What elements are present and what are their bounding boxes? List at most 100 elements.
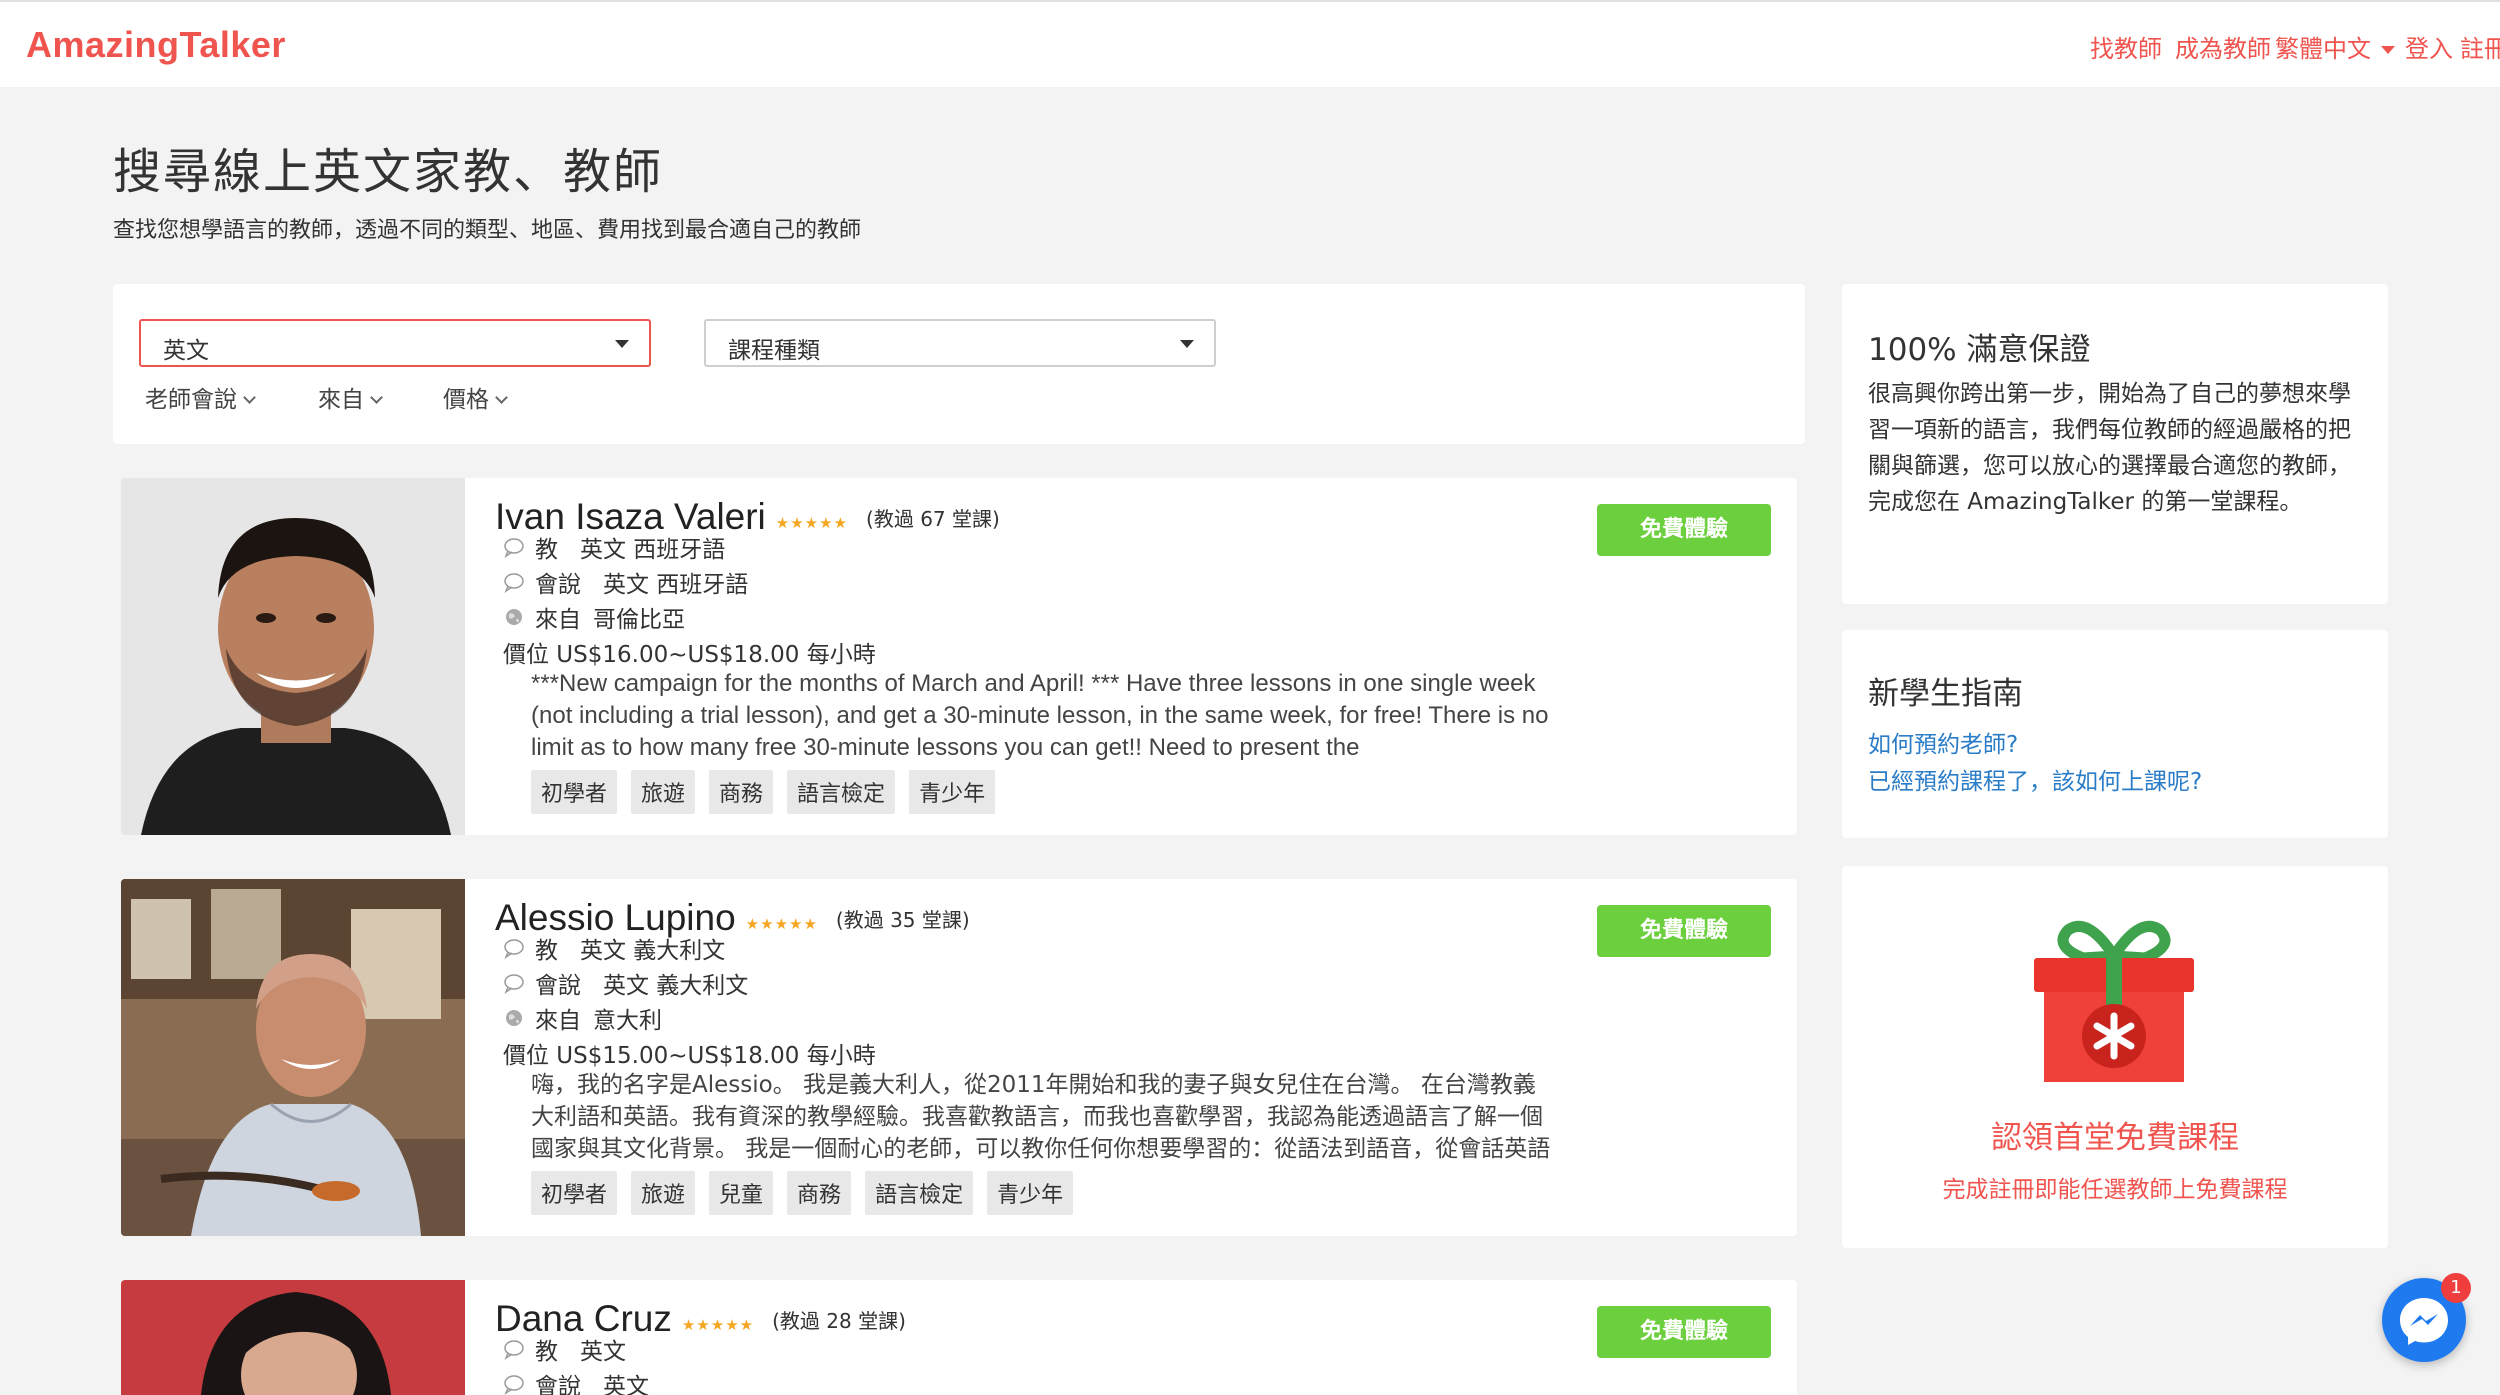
free-trial-button[interactable]: 免費體驗 [1597, 905, 1771, 957]
teacher-card[interactable]: Dana Cruz ★★★★★ (教過 28 堂課) 免費體驗 教 英文 會說 … [121, 1280, 1797, 1395]
chat-bubble-icon [504, 974, 524, 994]
filter-speaks-label: 老師會說 [145, 387, 237, 413]
teacher-card[interactable]: Alessio Lupino ★★★★★ (教過 35 堂課) 免費體驗 教 英… [121, 879, 1797, 1236]
chat-bubble-icon [504, 1340, 524, 1360]
speaks-line: 會說 英文 [503, 1367, 649, 1395]
free-trial-button[interactable]: 免費體驗 [1597, 504, 1771, 556]
tag: 青少年 [909, 770, 996, 814]
tag: 旅遊 [631, 770, 696, 814]
page-title: 搜尋線上英文家教、教師 [113, 144, 664, 200]
gift-subtitle: 完成註冊即能任選教師上免費課程 [1942, 1177, 2288, 1203]
price-line: 價位 US$16.00~US$18.00 每小時 [503, 642, 876, 668]
star-rating: ★★★★★ [681, 1316, 755, 1334]
teacher-photo[interactable] [121, 879, 465, 1236]
chevron-down-icon [2381, 46, 2395, 54]
from-label: 來自 [535, 1008, 581, 1034]
speaks-line: 會說 英文 義大利文 [503, 966, 748, 1000]
nav-login[interactable]: 登入 [2405, 29, 2453, 64]
speaks-line: 會說 英文 西班牙語 [503, 565, 748, 599]
speaks-label: 會說 [535, 572, 581, 598]
chat-bubble-icon [504, 573, 524, 593]
dropdown-caret-icon [1180, 340, 1194, 348]
filter-price[interactable]: 價格 [443, 380, 508, 414]
teaches-label: 教 [535, 1339, 558, 1365]
language-select[interactable]: 英文 [139, 319, 651, 367]
tag-list: 初學者 旅遊 兒童 商務 語言檢定 青少年 [531, 1171, 1087, 1215]
filter-panel: 英文 課程種類 老師會說 來自 價格 [113, 284, 1805, 444]
chat-bubble-icon [504, 939, 524, 959]
teacher-photo[interactable] [121, 1280, 465, 1395]
logo[interactable]: AmazingTalker [26, 24, 286, 66]
teaches-line: 教 英文 義大利文 [503, 931, 725, 965]
speaks-label: 會說 [535, 973, 581, 999]
gift-title: 認領首堂免費課程 [1991, 1120, 2239, 1156]
top-navbar: AmazingTalker 找教師 成為教師 繁體中文 登入 註冊 [0, 0, 2500, 87]
teacher-name-row: Dana Cruz ★★★★★ (教過 28 堂課) [495, 1280, 906, 1340]
teaches-value: 英文 義大利文 [580, 938, 726, 964]
satisfaction-guarantee-box: 100% 滿意保證 很高興你跨出第一步，開始為了自己的夢想來學習一項新的語言，我… [1842, 284, 2388, 604]
guide-link-how-to-attend[interactable]: 已經預約課程了，該如何上課呢? [1868, 762, 2202, 796]
new-student-guide-box: 新學生指南 如何預約老師? 已經預約課程了，該如何上課呢? [1842, 630, 2388, 838]
nav-language-label: 繁體中文 [2275, 35, 2371, 63]
from-label: 來自 [535, 607, 581, 633]
guarantee-title: 100% 滿意保證 [1868, 332, 2091, 368]
page-subtitle: 查找您想學語言的教師，透過不同的類型、地區、費用找到最合適自己的教師 [113, 218, 862, 243]
teacher-photo[interactable] [121, 478, 465, 835]
teaches-value: 英文 西班牙語 [580, 537, 726, 563]
teaches-line: 教 英文 [503, 1332, 626, 1366]
guide-title: 新學生指南 [1868, 676, 2023, 712]
chat-bubble-icon [504, 1375, 524, 1395]
tag: 兒童 [709, 1171, 774, 1215]
globe-icon [506, 1010, 522, 1026]
tag: 旅遊 [631, 1171, 696, 1215]
tag: 商務 [709, 770, 774, 814]
filter-price-label: 價格 [443, 387, 489, 413]
from-line: 來自 意大利 [503, 1001, 662, 1035]
notification-badge: 1 [2441, 1273, 2471, 1303]
filter-from-label: 來自 [318, 387, 364, 413]
teacher-name-row: Alessio Lupino ★★★★★ (教過 35 堂課) [495, 879, 970, 939]
speaks-value: 英文 義大利文 [603, 973, 749, 999]
nav-find-teacher[interactable]: 找教師 [2090, 29, 2162, 64]
tag-list: 初學者 旅遊 商務 語言檢定 青少年 [531, 770, 1009, 814]
tag: 商務 [787, 1171, 852, 1215]
teaches-label: 教 [535, 537, 558, 563]
chevron-down-icon [370, 391, 383, 404]
teaches-value: 英文 [580, 1339, 626, 1365]
speaks-value: 英文 西班牙語 [603, 572, 749, 598]
from-value: 意大利 [593, 1008, 662, 1034]
teacher-card[interactable]: Ivan Isaza Valeri ★★★★★ (教過 67 堂課) 免費體驗 … [121, 478, 1797, 835]
tag: 語言檢定 [865, 1171, 974, 1215]
course-type-select[interactable]: 課程種類 [704, 319, 1216, 367]
teaches-label: 教 [535, 938, 558, 964]
nav-language-switch[interactable]: 繁體中文 [2275, 29, 2395, 64]
guarantee-text: 很高興你跨出第一步，開始為了自己的夢想來學習一項新的語言，我們每位教師的經過嚴格… [1868, 381, 2351, 515]
star-rating: ★★★★★ [745, 915, 818, 933]
nav-signup[interactable]: 註冊 [2460, 29, 2500, 64]
teaches-line: 教 英文 西班牙語 [503, 530, 725, 564]
chat-bubble-icon [504, 538, 524, 558]
gift-icon [2034, 920, 2194, 1082]
chevron-down-icon [243, 391, 256, 404]
from-line: 來自 哥倫比亞 [503, 600, 685, 634]
tag: 語言檢定 [787, 770, 896, 814]
speaks-label: 會說 [535, 1374, 581, 1395]
chevron-down-icon [495, 391, 508, 404]
globe-icon [506, 609, 522, 625]
lesson-count: (教過 67 堂課) [866, 507, 1000, 531]
tag: 青少年 [987, 1171, 1074, 1215]
free-lesson-promo-box[interactable]: 認領首堂免費課程 完成註冊即能任選教師上免費課程 [1842, 866, 2388, 1248]
tag: 初學者 [531, 1171, 618, 1215]
guide-link-how-to-book[interactable]: 如何預約老師? [1868, 725, 2018, 759]
teacher-name-row: Ivan Isaza Valeri ★★★★★ (教過 67 堂課) [495, 478, 1000, 538]
lesson-count: (教過 28 堂課) [772, 1309, 906, 1333]
teacher-description: 嗨，我的名字是Alessio。 我是義大利人，從2011年開始和我的妻子與女兒住… [531, 1072, 1551, 1162]
free-trial-button[interactable]: 免費體驗 [1597, 1306, 1771, 1358]
filter-from[interactable]: 來自 [318, 380, 383, 414]
price-line: 價位 US$15.00~US$18.00 每小時 [503, 1043, 876, 1069]
nav-become-teacher[interactable]: 成為教師 [2175, 29, 2271, 64]
from-value: 哥倫比亞 [593, 607, 685, 633]
star-rating: ★★★★★ [775, 514, 849, 532]
filter-speaks[interactable]: 老師會說 [145, 380, 256, 414]
tag: 初學者 [531, 770, 618, 814]
